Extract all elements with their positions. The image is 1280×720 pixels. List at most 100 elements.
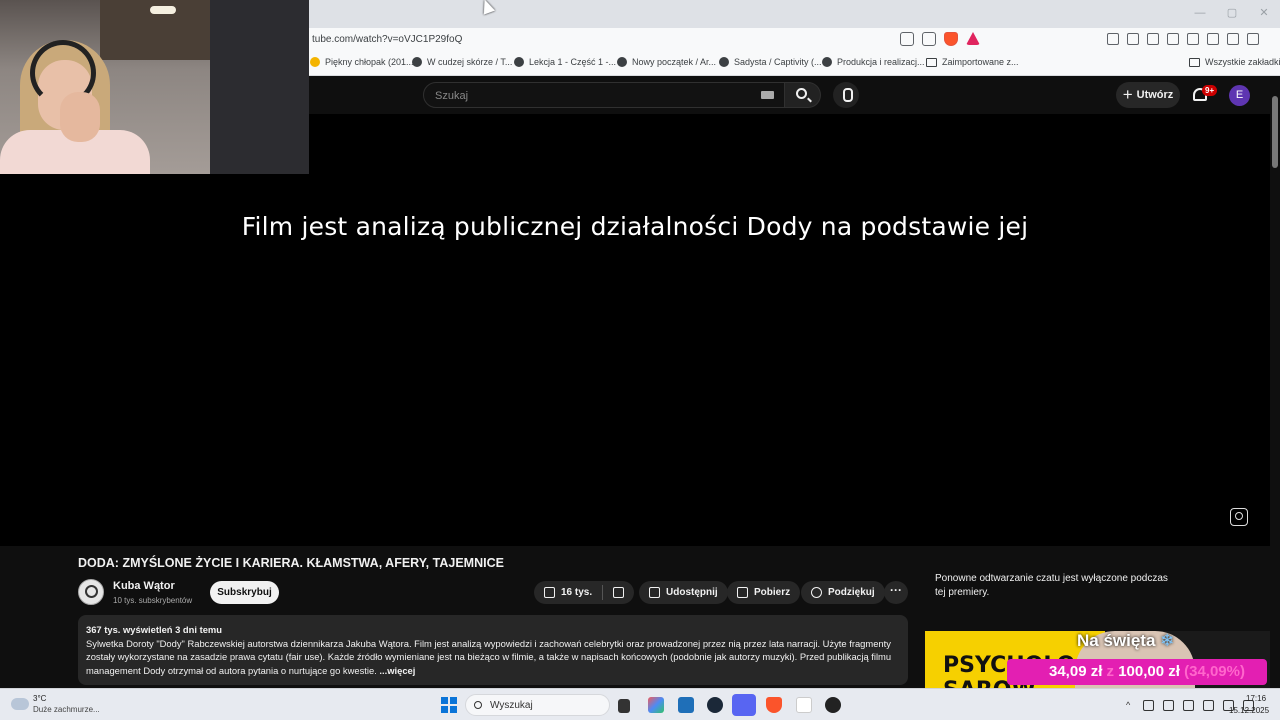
webcam-light bbox=[150, 6, 176, 14]
more-actions-button[interactable]: ··· bbox=[884, 581, 908, 604]
search-input[interactable]: Szukaj bbox=[423, 82, 785, 108]
scrollbar-thumb[interactable] bbox=[1272, 96, 1278, 168]
ad-discount: (34,09%) bbox=[1184, 663, 1245, 680]
share-button[interactable]: Udostępnij bbox=[639, 581, 728, 604]
voice-search-button[interactable] bbox=[833, 82, 859, 108]
media-icon[interactable] bbox=[1147, 33, 1159, 45]
video-subtitle: Film jest analizą publicznej działalnośc… bbox=[241, 212, 1029, 241]
clock-time[interactable]: 17:16 bbox=[1246, 694, 1266, 703]
minimize-button[interactable]: — bbox=[1184, 4, 1216, 22]
leo-ai-icon[interactable] bbox=[1207, 33, 1219, 45]
ad-price-old: 100,00 zł bbox=[1118, 663, 1180, 680]
like-count[interactable]: 16 tys. bbox=[561, 587, 592, 598]
brave-rewards-icon[interactable] bbox=[966, 32, 980, 45]
favicon-icon bbox=[719, 57, 729, 67]
notification-badge: 9+ bbox=[1202, 85, 1218, 96]
microphone-icon[interactable] bbox=[1183, 700, 1194, 711]
wallet-icon[interactable] bbox=[1187, 33, 1199, 45]
thumbs-down-icon[interactable] bbox=[613, 587, 625, 598]
search-button[interactable] bbox=[785, 82, 821, 108]
steam-icon[interactable] bbox=[707, 697, 723, 713]
bookmark-item[interactable]: W cudzej skórze / T... bbox=[412, 57, 512, 67]
show-more-link[interactable]: ...więcej bbox=[379, 665, 415, 676]
bookmark-item[interactable]: Produkcja i realizacj... bbox=[822, 57, 925, 67]
ad-price-new: 34,09 zł bbox=[1049, 663, 1103, 680]
description-text: Sylwetka Doroty "Dody" Rabczewskiej auto… bbox=[86, 637, 892, 676]
folder-icon bbox=[1189, 57, 1200, 67]
cast-icon[interactable] bbox=[900, 32, 914, 46]
description-box[interactable]: 367 tys. wyświetleń 3 dni temu Sylwetka … bbox=[78, 615, 908, 685]
clock-date[interactable]: 15.12.2025 bbox=[1229, 706, 1269, 715]
share-icon[interactable] bbox=[922, 32, 936, 46]
brave-icon[interactable] bbox=[766, 697, 782, 713]
folder-icon bbox=[926, 57, 937, 67]
channel-avatar[interactable] bbox=[78, 579, 104, 605]
maximize-button[interactable]: ▢ bbox=[1216, 4, 1248, 22]
window-controls: — ▢ ✕ bbox=[1184, 4, 1280, 22]
notepad-icon[interactable] bbox=[796, 697, 812, 713]
menu-icon[interactable] bbox=[1247, 33, 1259, 45]
extensions-icon[interactable] bbox=[1107, 33, 1119, 45]
download-button[interactable]: Pobierz bbox=[727, 581, 801, 604]
weather-desc[interactable]: Duże zachmurze... bbox=[33, 705, 100, 714]
store-icon[interactable] bbox=[678, 697, 694, 713]
vpn-icon[interactable] bbox=[1227, 33, 1239, 45]
video-title: DODA: ZMYŚLONE ŻYCIE I KARIERA. KŁAMSTWA… bbox=[78, 556, 504, 570]
sidebar-icon[interactable] bbox=[1167, 33, 1179, 45]
all-bookmarks[interactable]: Wszystkie zakładki bbox=[1189, 57, 1280, 67]
bookmark-item[interactable]: Piękny chłopak (201... bbox=[310, 57, 414, 67]
page-scrollbar[interactable] bbox=[1270, 76, 1280, 688]
ad-price-from: z bbox=[1106, 663, 1115, 680]
favicon-icon bbox=[310, 57, 320, 67]
windows-taskbar: 3°C Duże zachmurze... Wyszukaj ^ 17:16 1… bbox=[0, 688, 1280, 720]
lens-icon[interactable] bbox=[1230, 508, 1248, 526]
bookmark-item[interactable]: Lekcja 1 - Część 1 -... bbox=[514, 57, 616, 67]
webcam-wall bbox=[210, 0, 309, 174]
divider bbox=[602, 585, 604, 600]
url-field[interactable]: tube.com/watch?v=oVJC1P29foQ bbox=[312, 34, 462, 45]
avatar[interactable]: E bbox=[1229, 85, 1250, 106]
keyboard-icon[interactable] bbox=[761, 91, 774, 99]
screen: — ▢ ✕ tube.com/watch?v=oVJC1P29foQ Piękn… bbox=[0, 0, 1280, 720]
cloud-icon[interactable] bbox=[11, 698, 29, 710]
tray-expand-icon[interactable]: ^ bbox=[1126, 700, 1134, 711]
copilot-icon[interactable] bbox=[648, 697, 664, 713]
windows-logo-icon bbox=[441, 697, 448, 704]
ad-holiday-text: Na święta ❄ bbox=[1077, 631, 1175, 650]
weather-temp[interactable]: 3°C bbox=[33, 694, 46, 703]
network-icon[interactable] bbox=[1163, 700, 1174, 711]
channel-name[interactable]: Kuba Wątor bbox=[113, 580, 175, 592]
windows-logo-icon bbox=[441, 706, 448, 713]
bookmark-item[interactable]: Nowy początek / Ar... bbox=[617, 57, 716, 67]
display-icon[interactable] bbox=[1203, 700, 1214, 711]
webcam-person-hand bbox=[60, 92, 100, 142]
create-button[interactable]: + Utwórz bbox=[1116, 82, 1180, 108]
discord-icon[interactable] bbox=[732, 694, 756, 716]
task-view-icon[interactable] bbox=[618, 699, 630, 713]
webcam-overlay bbox=[0, 0, 309, 174]
like-dislike-group: 16 tys. bbox=[534, 581, 635, 604]
video-player[interactable]: Film jest analizą publicznej działalnośc… bbox=[0, 114, 1270, 546]
plus-icon: + bbox=[1122, 85, 1133, 104]
brave-shields-icon[interactable] bbox=[944, 32, 958, 46]
ad-banner[interactable]: PSYCHOLOG SAROW Na święta ❄ 34,09 zł z 1… bbox=[925, 631, 1270, 688]
close-button[interactable]: ✕ bbox=[1248, 4, 1280, 22]
search-icon bbox=[796, 88, 807, 99]
heart-dollar-icon bbox=[811, 587, 822, 598]
download-icon bbox=[737, 587, 748, 598]
taskbar-search[interactable]: Wyszukaj bbox=[465, 694, 610, 716]
subscribe-button[interactable]: Subskrybuj bbox=[210, 581, 279, 604]
bookmark-folder[interactable]: Zaimportowane z... bbox=[926, 57, 1019, 67]
obs-icon[interactable] bbox=[825, 697, 841, 713]
extension-icons bbox=[1107, 33, 1259, 45]
onedrive-icon[interactable] bbox=[1143, 700, 1154, 711]
thumbs-up-icon[interactable] bbox=[544, 587, 555, 598]
snowflake-icon: ❄ bbox=[1160, 631, 1175, 650]
bookmark-item[interactable]: Sadysta / Captivity (... bbox=[719, 57, 822, 67]
thanks-button[interactable]: Podziękuj bbox=[801, 581, 885, 604]
favicon-icon bbox=[822, 57, 832, 67]
favicon-icon bbox=[617, 57, 627, 67]
channel-subscribers: 10 tys. subskrybentów bbox=[113, 596, 193, 605]
start-button[interactable] bbox=[441, 697, 457, 713]
screenshot-icon[interactable] bbox=[1127, 33, 1139, 45]
